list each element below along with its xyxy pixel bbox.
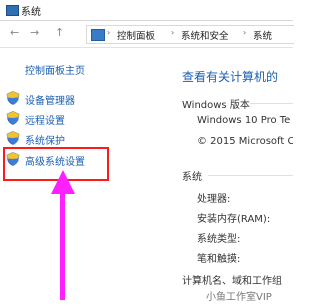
main-panel: 查看有关计算机的 Windows 版本 Windows 10 Pro Te © … — [168, 48, 293, 308]
breadcrumb-separator: › — [107, 28, 111, 37]
sidebar-home-link[interactable]: 控制面板主页 — [25, 62, 85, 77]
page-title: 查看有关计算机的 — [182, 70, 279, 84]
window-title: 系统 — [21, 7, 41, 18]
breadcrumb-control-panel[interactable]: 控制面板 — [117, 28, 155, 42]
control-panel-icon — [91, 29, 105, 41]
pen-touch-label: 笔和触摸: — [197, 254, 241, 265]
breadcrumb-separator: › — [171, 28, 175, 37]
divider — [208, 175, 293, 176]
sidebar-item-label: 远程设置 — [25, 116, 65, 127]
divider — [250, 103, 293, 104]
windows-edition-heading: Windows 版本 — [182, 100, 250, 111]
ram-label: 安装内存(RAM): — [197, 214, 271, 225]
back-arrow-icon[interactable]: ← — [10, 26, 19, 39]
title-bar: 系统 — [0, 0, 293, 21]
computer-name-heading: 计算机名、域和工作组 — [182, 276, 282, 287]
system-window-icon — [6, 5, 19, 16]
breadcrumb-separator: › — [243, 28, 247, 37]
sidebar-item-label: 设备管理器 — [25, 96, 75, 107]
navigation-bar: ← → ↑ › 控制面板 › 系统和安全 › 系统 — [0, 21, 294, 48]
copyright-text: © 2015 Microsoft C — [197, 136, 293, 147]
forward-arrow-icon[interactable]: → — [30, 26, 39, 39]
up-arrow-icon[interactable]: ↑ — [55, 26, 64, 39]
arrow-shaft — [60, 190, 65, 300]
windows-edition-value: Windows 10 Pro Te — [197, 115, 291, 126]
shield-icon — [6, 111, 20, 125]
breadcrumb[interactable]: › 控制面板 › 系统和安全 › 系统 — [86, 25, 294, 44]
sidebar-item-label: 系统保护 — [25, 136, 65, 147]
breadcrumb-system-security[interactable]: 系统和安全 — [181, 28, 229, 42]
shield-icon — [6, 91, 20, 105]
watermark: 小鱼工作室VIP — [206, 292, 272, 303]
breadcrumb-system[interactable]: 系统 — [253, 28, 272, 42]
processor-label: 处理器: — [197, 194, 231, 205]
system-heading: 系统 — [182, 172, 202, 183]
system-type-label: 系统类型: — [197, 234, 241, 245]
shield-icon — [6, 131, 20, 145]
